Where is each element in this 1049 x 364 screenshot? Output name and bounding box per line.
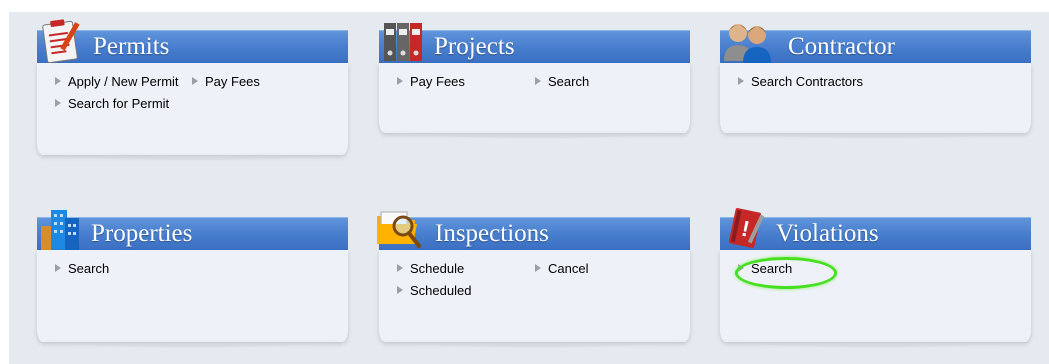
inspections-body: Schedule Cancel Scheduled	[379, 250, 690, 347]
clipboard-pencil-icon	[42, 19, 80, 64]
people-icon	[724, 24, 771, 63]
arrow-right-icon	[535, 77, 541, 85]
permits-card: Permits Apply / New Permit Pay Fees Sear…	[37, 19, 348, 160]
projects-header[interactable]: Projects	[379, 23, 690, 63]
violations-body: Search	[720, 250, 1031, 347]
search-contractors-link[interactable]: Search Contractors	[738, 74, 863, 90]
properties-title: Properties	[91, 220, 193, 247]
violations-search-link[interactable]: Search	[735, 257, 837, 289]
properties-body: Search	[37, 250, 348, 347]
projects-pay-fees-link[interactable]: Pay Fees	[397, 74, 465, 90]
projects-search-link[interactable]: Search	[535, 74, 589, 90]
scheduled-link[interactable]: Scheduled	[397, 283, 471, 299]
arrow-right-icon	[55, 264, 61, 272]
binders-icon	[384, 23, 422, 61]
permits-body: Apply / New Permit Pay Fees Search for P…	[37, 63, 348, 160]
properties-search-link[interactable]: Search	[55, 261, 109, 277]
arrow-right-icon	[192, 77, 198, 85]
arrow-right-icon	[55, 99, 61, 107]
inspections-card: Inspections Schedule Cancel Scheduled	[377, 211, 690, 347]
violations-card: ! Violations Search	[720, 208, 1031, 347]
inspections-title: Inspections	[435, 220, 549, 247]
inspections-header[interactable]: Inspections	[377, 211, 690, 250]
projects-card: Projects Pay Fees Search	[379, 23, 690, 138]
projects-title: Projects	[434, 33, 515, 60]
cancel-link[interactable]: Cancel	[535, 261, 588, 277]
projects-body: Pay Fees Search	[379, 63, 690, 138]
arrow-right-icon	[738, 77, 744, 85]
contractor-card: Contractor Search Contractors	[720, 24, 1031, 138]
schedule-link[interactable]: Schedule	[397, 261, 464, 277]
apply-new-permit-link[interactable]: Apply / New Permit	[55, 74, 179, 90]
permits-pay-fees-link[interactable]: Pay Fees	[192, 74, 260, 90]
contractor-title: Contractor	[788, 33, 895, 60]
arrow-right-icon	[397, 264, 403, 272]
arrow-right-icon	[397, 286, 403, 294]
search-for-permit-link[interactable]: Search for Permit	[55, 96, 169, 112]
page-background: Permits Apply / New Permit Pay Fees Sear…	[9, 12, 1049, 364]
contractor-header[interactable]: Contractor	[720, 24, 1031, 63]
violations-header[interactable]: ! Violations	[720, 208, 1031, 250]
contractor-body: Search Contractors	[720, 63, 1031, 138]
arrow-right-icon	[397, 77, 403, 85]
arrow-right-icon	[55, 77, 61, 85]
arrow-right-icon	[738, 264, 744, 272]
permits-header[interactable]: Permits	[37, 19, 348, 64]
properties-card: Properties Search	[37, 210, 348, 347]
buildings-icon	[41, 210, 79, 250]
permits-title: Permits	[93, 33, 170, 60]
notebook-alert-icon: !	[728, 208, 765, 248]
violations-title: Violations	[776, 220, 879, 247]
arrow-right-icon	[535, 264, 541, 272]
folder-magnifier-icon	[377, 211, 421, 248]
properties-header[interactable]: Properties	[37, 210, 348, 250]
